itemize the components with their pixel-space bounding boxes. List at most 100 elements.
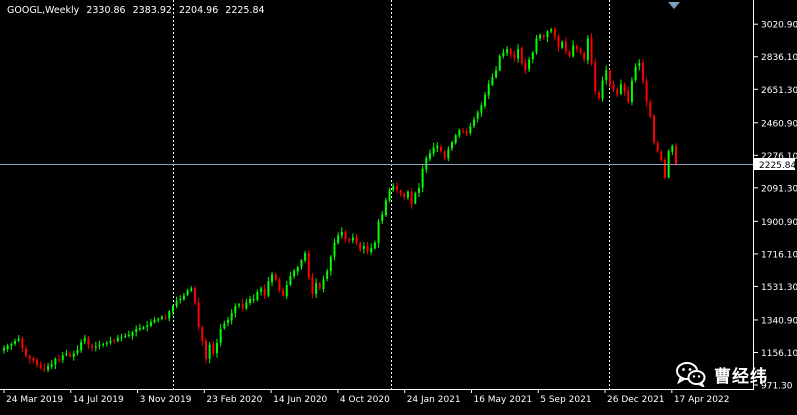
candle-body bbox=[201, 327, 204, 342]
candle-body bbox=[234, 306, 237, 314]
candle-body bbox=[502, 52, 505, 57]
candle-body bbox=[561, 41, 564, 48]
y-tick-label: 2836.10 bbox=[761, 53, 797, 63]
candle-body bbox=[458, 129, 461, 136]
candle-body bbox=[652, 116, 655, 143]
candle-body bbox=[539, 34, 542, 39]
candle-body bbox=[197, 302, 200, 328]
candle-body bbox=[109, 340, 112, 343]
candle-body bbox=[392, 186, 395, 190]
candle-body bbox=[311, 277, 314, 294]
candle-body bbox=[289, 276, 292, 285]
symbol-header: GOOGL,Weekly 2330.86 2383.92 2204.96 222… bbox=[7, 5, 269, 16]
candle-body bbox=[58, 359, 61, 361]
x-tick-label: 24 Mar 2019 bbox=[6, 395, 63, 405]
candle-body bbox=[138, 328, 141, 330]
candle-body bbox=[329, 256, 332, 272]
candle-body bbox=[164, 317, 167, 319]
candle-body bbox=[414, 193, 417, 204]
candle-body bbox=[105, 342, 108, 345]
candle-body bbox=[645, 81, 648, 102]
x-tick-label: 17 Apr 2022 bbox=[674, 395, 730, 405]
candle-body bbox=[608, 70, 611, 85]
candle-body bbox=[72, 353, 75, 357]
x-tick-label: 14 Jul 2019 bbox=[73, 395, 124, 405]
candle-body bbox=[3, 348, 5, 351]
candle-body bbox=[623, 84, 626, 92]
candle-body bbox=[451, 142, 453, 149]
candle-body bbox=[318, 283, 321, 289]
candle-body bbox=[102, 343, 105, 345]
chart-window[interactable]: 3020.90 2836.10 2651.30 2460.90 2276.10 2091.… bbox=[0, 0, 797, 411]
candle-body bbox=[480, 105, 483, 113]
candle-body bbox=[135, 328, 138, 333]
candle-body bbox=[175, 300, 178, 307]
candle-body bbox=[76, 350, 79, 354]
y-tick-label: 1340.90 bbox=[761, 316, 797, 326]
candle-body bbox=[366, 246, 369, 252]
candle-body bbox=[17, 338, 20, 341]
candle-body bbox=[215, 342, 218, 354]
candle-body bbox=[43, 368, 46, 370]
candle-body bbox=[410, 191, 413, 204]
candle-body bbox=[278, 279, 281, 291]
candle-body bbox=[506, 49, 509, 54]
candle-body bbox=[616, 89, 619, 95]
candle-body bbox=[388, 189, 391, 201]
candle-body bbox=[182, 295, 185, 300]
candle-body bbox=[524, 63, 527, 71]
x-tick-label: 5 Sep 2021 bbox=[540, 395, 591, 405]
ohlc-high: 2383.92 bbox=[132, 5, 172, 16]
candle-body bbox=[238, 304, 241, 306]
candle-body bbox=[219, 328, 222, 343]
candle-body bbox=[36, 359, 39, 365]
x-tick-label: 24 Jan 2021 bbox=[407, 395, 461, 405]
candle-body bbox=[484, 94, 487, 107]
candle-body bbox=[241, 304, 244, 308]
candle-body bbox=[160, 316, 163, 319]
candle-body bbox=[403, 193, 406, 197]
candle-body bbox=[495, 70, 498, 78]
candle-body bbox=[594, 62, 597, 92]
candle-body bbox=[300, 260, 303, 267]
candle-body bbox=[399, 190, 402, 194]
candle-body bbox=[32, 357, 35, 361]
candle-body bbox=[535, 38, 538, 53]
x-tick-label: 26 Dec 2021 bbox=[607, 395, 665, 405]
current-price-label: 2225.84 bbox=[759, 161, 796, 171]
chart-shift-marker-icon[interactable] bbox=[668, 2, 680, 9]
candle-body bbox=[344, 232, 347, 240]
candle-body bbox=[223, 323, 226, 329]
y-tick-label: 1156.10 bbox=[761, 349, 797, 359]
candle-body bbox=[509, 48, 512, 55]
candle-body bbox=[454, 135, 457, 144]
candle-body bbox=[348, 239, 351, 241]
candle-body bbox=[193, 288, 196, 303]
candle-body bbox=[252, 298, 255, 300]
candle-body bbox=[443, 151, 446, 159]
candle-body bbox=[267, 281, 270, 296]
x-tick-label: 4 Oct 2020 bbox=[340, 395, 390, 405]
candle-body bbox=[373, 242, 376, 249]
watermark-text: 曹经纬 bbox=[714, 366, 768, 387]
candle-body bbox=[274, 274, 277, 280]
price-chart[interactable]: 3020.902836.102651.302460.902276.102091.… bbox=[0, 0, 797, 411]
candle-body bbox=[641, 62, 644, 81]
candle-body bbox=[370, 247, 373, 253]
candle-body bbox=[553, 28, 556, 37]
candle-body bbox=[61, 355, 64, 361]
candle-body bbox=[432, 147, 435, 154]
candle-body bbox=[146, 325, 149, 328]
candle-body bbox=[605, 70, 608, 81]
candle-body bbox=[149, 321, 152, 327]
candle-body bbox=[80, 342, 83, 351]
candle-body bbox=[656, 142, 659, 152]
candle-body bbox=[47, 365, 50, 370]
candle-body bbox=[98, 344, 101, 346]
candle-body bbox=[601, 80, 604, 99]
candle-body bbox=[21, 338, 24, 349]
candle-body bbox=[127, 335, 130, 337]
candle-body bbox=[14, 341, 17, 344]
candle-body bbox=[322, 279, 325, 290]
candle-body bbox=[245, 302, 248, 309]
